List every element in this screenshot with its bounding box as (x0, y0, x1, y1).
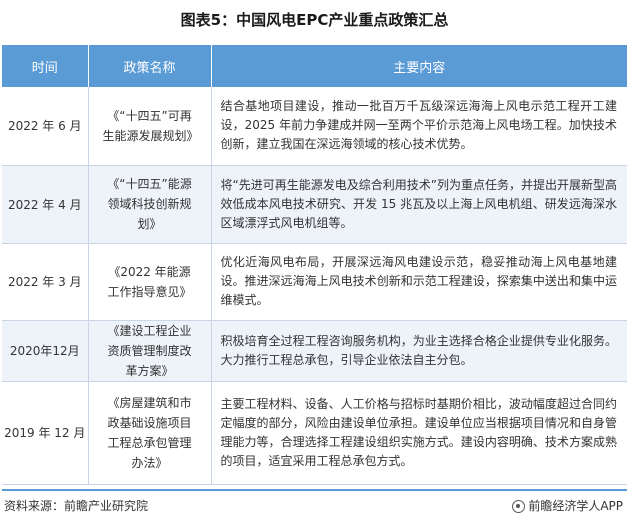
source-note: 资料来源：前瞻产业研究院 (4, 499, 149, 513)
policy-name-cell: 《建设工程企业资质管理制度改革方案》 (88, 320, 212, 382)
table-row: 2019 年 12 月 《房屋建筑和市政基础设施项目工程总承包管理办法》 主要工… (2, 381, 627, 485)
time-cell: 2022 年 6 月 (2, 87, 89, 166)
brand-text: 前瞻经济学人APP (528, 499, 623, 513)
content-cell: 结合基地项目建设，推动一批百万千瓦级深远海海上风电示范工程开工建设，2025 年… (211, 87, 627, 166)
brand-credit: 前瞻经济学人APP (512, 496, 623, 516)
table-row: 2020年12月 《建设工程企业资质管理制度改革方案》 积极培育全过程工程咨询服… (2, 320, 627, 382)
table-row: 2022 年 3 月 《2022 年能源工作指导意见》 优化近海风电布局，开展深… (2, 243, 627, 321)
page-title: 图表5：中国风电EPC产业重点政策汇总 (180, 11, 449, 29)
time-cell: 2019 年 12 月 (2, 381, 89, 485)
bottom-divider (2, 489, 627, 491)
policy-name-cell: 《“十四五”能源领域科技创新规划》 (88, 165, 212, 244)
time-cell: 2022 年 3 月 (2, 243, 89, 321)
content-cell: 积极培育全过程工程咨询服务机构，为业主选择合格企业提供专业化服务。大力推行工程总… (211, 320, 627, 382)
table-header-row: 时间 政策名称 主要内容 (2, 45, 627, 87)
table-row: 2022 年 4 月 《“十四五”能源领域科技创新规划》 将“先进可再生能源发电… (2, 165, 627, 244)
content-cell: 优化近海风电布局，开展深远海风电建设示范，稳妥推动海上风电基地建设。推进深远海海… (211, 243, 627, 321)
content-cell: 将“先进可再生能源发电及综合利用技术”列为重点任务，并提出开展新型高效低成本风电… (211, 165, 627, 244)
policy-table: 时间 政策名称 主要内容 2022 年 6 月 《“十四五”可再生能源发展规划》… (2, 45, 627, 485)
header-main-content: 主要内容 (211, 45, 627, 87)
policy-name-cell: 《“十四五”可再生能源发展规划》 (88, 87, 212, 166)
policy-name-cell: 《2022 年能源工作指导意见》 (88, 243, 212, 321)
policy-name-cell: 《房屋建筑和市政基础设施项目工程总承包管理办法》 (88, 381, 212, 485)
header-policy-name: 政策名称 (88, 45, 212, 87)
time-cell: 2020年12月 (2, 320, 89, 382)
brand-logo-icon (512, 499, 526, 513)
header-time: 时间 (2, 45, 89, 87)
content-cell: 主要工程材料、设备、人工价格与招标时基期价相比，波动幅度超过合同约定幅度的部分，… (211, 381, 627, 485)
time-cell: 2022 年 4 月 (2, 165, 89, 244)
table-row: 2022 年 6 月 《“十四五”可再生能源发展规划》 结合基地项目建设，推动一… (2, 87, 627, 166)
